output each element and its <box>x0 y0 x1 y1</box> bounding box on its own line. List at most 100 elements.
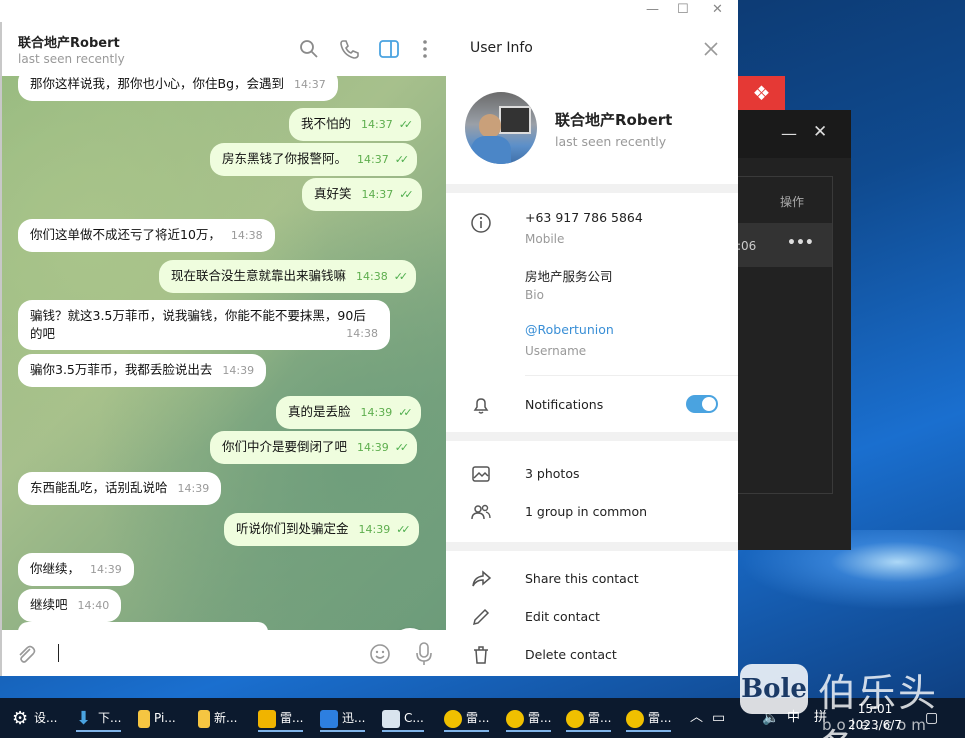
more-vertical-icon[interactable] <box>414 38 436 60</box>
download-icon: ⬇ <box>76 707 92 729</box>
message-bubble[interactable]: 继续吧 14:40 <box>18 589 122 622</box>
notifications-label: Notifications <box>525 397 604 412</box>
username-link[interactable]: @Robertunion <box>525 322 614 337</box>
panel-title: User Info <box>470 40 533 56</box>
taskbar-item-xunlei[interactable]: 迅... <box>320 706 366 732</box>
message-bubble[interactable]: 真好笑 14:37 ✓✓ <box>302 178 422 211</box>
notifications-toggle[interactable] <box>686 395 718 413</box>
close-icon[interactable] <box>702 40 720 58</box>
table-row[interactable]: :06 ••• <box>737 223 832 267</box>
photo-icon <box>472 466 490 482</box>
watermark-url: bole.com <box>822 716 931 734</box>
message-bubble[interactable]: 骗钱？就这3.5万菲币，说我骗钱，你能不能不要抹黑，90后的吧 14:38 <box>18 300 390 350</box>
user-info-panel: User Info 联合地产Robert last seen recently … <box>446 22 738 676</box>
search-icon[interactable] <box>298 38 320 60</box>
message-bubble[interactable] <box>18 622 268 630</box>
taskbar-item-pictures[interactable]: Pi... <box>138 706 176 732</box>
read-check-icon: ✓✓ <box>396 523 411 536</box>
gear-icon: ⚙ <box>12 707 29 729</box>
bell-icon <box>473 398 489 414</box>
share-icon <box>472 570 492 587</box>
app-icon <box>626 709 644 728</box>
phone-number[interactable]: +63 917 786 5864 <box>525 210 643 225</box>
attach-icon[interactable] <box>14 642 38 666</box>
app-icon <box>258 709 276 728</box>
message-bubble[interactable]: 我不怕的 14:37 ✓✓ <box>289 108 422 141</box>
bio-label: Bio <box>525 288 544 302</box>
read-check-icon: ✓✓ <box>398 406 413 419</box>
divider <box>446 542 738 551</box>
message-bubble[interactable]: 真的是丢脸 14:39 ✓✓ <box>276 396 421 429</box>
message-bubble[interactable]: 你们中介是要倒闭了吧 14:39 ✓✓ <box>210 431 418 464</box>
divider <box>446 432 738 441</box>
taskbar-item-app[interactable]: 雷... <box>626 706 672 732</box>
minimize-icon[interactable]: — <box>781 124 797 143</box>
phone-icon[interactable] <box>338 38 360 60</box>
message-composer[interactable] <box>2 630 446 676</box>
maximize-icon[interactable]: ☐ <box>677 2 689 17</box>
taskbar-item-download[interactable]: ⬇ 下... <box>76 706 122 732</box>
read-check-icon: ✓✓ <box>398 118 414 131</box>
taskbar-item-new-folder[interactable]: 新... <box>198 706 237 732</box>
sidebar-toggle-icon[interactable] <box>378 38 400 60</box>
chat-pane: 联合地产Robert last seen recently 那你这样说我，那你也… <box>0 22 446 676</box>
message-bubble[interactable]: 现在联合没生意就靠出来骗钱嘛 14:38 ✓✓ <box>159 260 417 293</box>
bg-app-titlebar: — ✕ <box>737 110 851 158</box>
contact-status: last seen recently <box>555 134 667 149</box>
watermark-logo: Bole <box>740 664 808 714</box>
chevron-up-icon[interactable]: ︿ <box>690 706 703 732</box>
taskbar-item-app[interactable]: 雷... <box>506 706 552 732</box>
edit-contact-button[interactable]: Edit contact <box>525 609 600 624</box>
group-icon <box>471 504 491 520</box>
close-icon[interactable]: ✕ <box>813 122 827 142</box>
message-bubble[interactable]: 听说你们到处骗定金 14:39 ✓✓ <box>224 513 419 546</box>
taskbar-item-c[interactable]: C... <box>382 706 424 732</box>
row-time: :06 <box>737 239 757 253</box>
bio-text[interactable]: 房地产服务公司 <box>525 266 613 285</box>
text-cursor[interactable] <box>58 644 59 662</box>
close-icon[interactable]: ✕ <box>712 2 723 17</box>
read-check-icon: ✓✓ <box>394 153 410 166</box>
network-icon[interactable]: ▭ <box>712 706 725 732</box>
bg-app-table: 操作 :06 ••• <box>737 176 833 494</box>
message-bubble[interactable]: 骗你3.5万菲币，我都丢脸说出去 14:39 <box>18 354 267 387</box>
groups-in-common-link[interactable]: 1 group in common <box>525 504 647 519</box>
contact-name: 联合地产Robert <box>555 111 673 129</box>
more-icon[interactable]: ••• <box>787 235 814 251</box>
chat-header[interactable]: 联合地产Robert last seen recently <box>2 22 446 76</box>
message-bubble[interactable]: 那你这样说我，那你也小心，你住Bg，会遇到 14:37 <box>18 76 338 101</box>
bg-app-header: 操作 <box>780 195 805 209</box>
message-bubble[interactable]: 东西能乱吃，话别乱说哈 14:39 <box>18 472 222 505</box>
delete-contact-button[interactable]: Delete contact <box>525 647 617 662</box>
share-contact-button[interactable]: Share this contact <box>525 571 639 586</box>
message-bubble[interactable]: 你们这单做不成还亏了将近10万， 14:38 <box>18 219 275 252</box>
folder-icon <box>138 709 150 728</box>
minimize-icon[interactable]: — <box>646 2 659 17</box>
pencil-icon <box>472 608 490 626</box>
taskbar-item-app[interactable]: 雷... <box>258 706 304 732</box>
read-check-icon: ✓✓ <box>394 441 410 454</box>
message-bubble[interactable]: 房东黑钱了你报警阿。 14:37 ✓✓ <box>210 143 418 176</box>
background-app-window[interactable]: — ✕ 操作 :06 ••• <box>737 110 851 550</box>
taskbar-item-app[interactable]: 雷... <box>444 706 490 732</box>
app-logo-icon[interactable]: ❖ <box>738 76 785 110</box>
read-check-icon: ✓✓ <box>399 188 414 201</box>
photos-link[interactable]: 3 photos <box>525 466 580 481</box>
message-bubble[interactable]: 你继续， 14:39 <box>18 553 134 586</box>
microphone-icon[interactable] <box>412 641 436 667</box>
chat-status: last seen recently <box>18 52 125 66</box>
window-titlebar: — ☐ ✕ <box>0 0 738 22</box>
divider <box>525 375 738 376</box>
avatar[interactable] <box>465 92 537 164</box>
read-check-icon: ✓✓ <box>393 270 409 283</box>
app-icon <box>444 709 462 728</box>
emoji-icon[interactable] <box>368 642 392 666</box>
phone-label: Mobile <box>525 232 565 246</box>
folder-icon <box>198 709 210 728</box>
taskbar-item-settings[interactable]: ⚙ 设... <box>12 706 57 732</box>
chat-title[interactable]: 联合地产Robert <box>18 32 120 51</box>
taskbar-item-app[interactable]: 雷... <box>566 706 612 732</box>
app-icon <box>566 709 584 728</box>
message-list[interactable]: 那你这样说我，那你也小心，你住Bg，会遇到 14:37 我不怕的 14:37 ✓✓ 房… <box>2 76 446 630</box>
username-label: Username <box>525 344 587 358</box>
